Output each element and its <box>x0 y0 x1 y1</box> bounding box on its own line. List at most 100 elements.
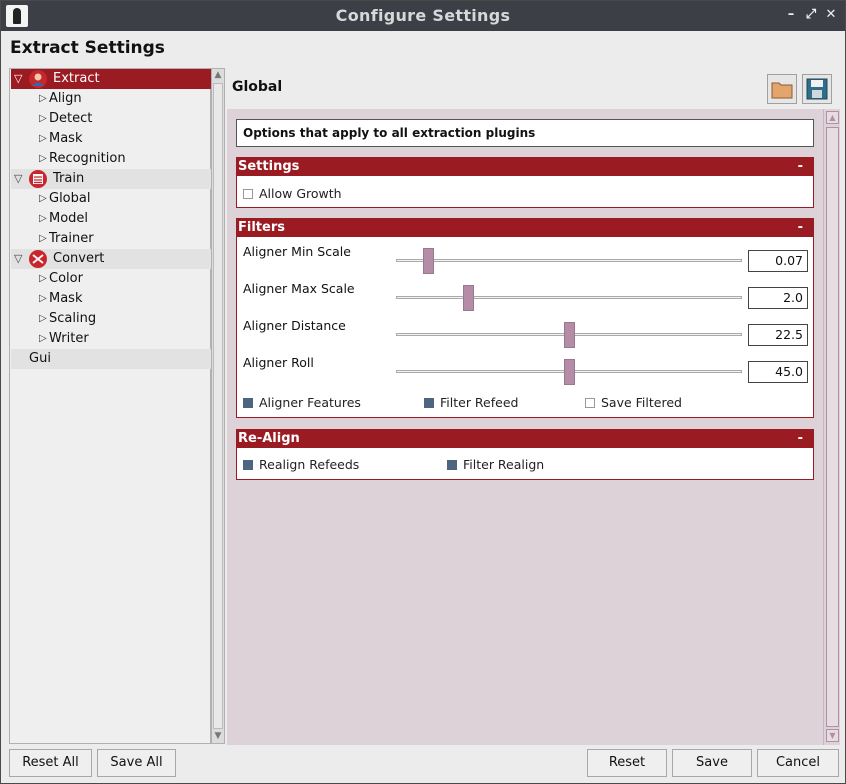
collapsed-arrow-icon: ▷ <box>39 93 47 104</box>
section-header: Re-Align - <box>237 430 813 448</box>
reset-button[interactable]: Reset <box>587 749 667 777</box>
panel-title: Global <box>232 79 283 95</box>
load-button[interactable] <box>767 74 797 104</box>
tree-item-convert-mask[interactable]: ▷ Mask <box>11 289 211 309</box>
tree-item-extract-recognition[interactable]: ▷ Recognition <box>11 149 211 169</box>
convert-icon <box>29 250 47 268</box>
tree-item-train[interactable]: ▽ Train <box>11 169 211 189</box>
realign-section: Re-Align - Realign Refeeds Filter Realig… <box>236 429 814 480</box>
aligner-roll-value[interactable]: 45.0 <box>748 361 808 383</box>
checkbox-box[interactable] <box>447 460 457 470</box>
scroll-down-arrow-icon[interactable]: ▼ <box>213 731 223 741</box>
scroll-down-arrow-icon[interactable]: ▼ <box>826 729 839 742</box>
tree-item-gui[interactable]: Gui <box>11 349 211 369</box>
aligner-max-scale-value[interactable]: 2.0 <box>748 287 808 309</box>
collapse-button[interactable]: - <box>798 219 803 237</box>
slider-handle[interactable] <box>563 359 575 385</box>
tree-label: Writer <box>49 331 89 346</box>
tree-item-convert-color[interactable]: ▷ Color <box>11 269 211 289</box>
scroll-thumb[interactable] <box>213 83 223 729</box>
tree-item-train-global[interactable]: ▷ Global <box>11 189 211 209</box>
collapsed-arrow-icon: ▷ <box>39 193 47 204</box>
window-title: Configure Settings <box>335 6 511 25</box>
section-header: Settings - <box>237 158 813 176</box>
page-title: Extract Settings <box>10 38 165 58</box>
checkbox-label: Filter Realign <box>463 457 545 472</box>
save-button[interactable]: Save <box>672 749 752 777</box>
content-scrollbar[interactable]: ▲ ▼ <box>823 109 840 745</box>
aligner-min-scale-row: Aligner Min Scale 0.07 <box>243 244 809 274</box>
tree-label: Align <box>49 91 82 106</box>
tree-label: Recognition <box>49 151 126 166</box>
tree-item-extract-align[interactable]: ▷ Align <box>11 89 211 109</box>
tree-item-extract-detect[interactable]: ▷ Detect <box>11 109 211 129</box>
floppy-disk-icon <box>806 78 828 100</box>
collapsed-arrow-icon: ▷ <box>39 313 47 324</box>
close-button[interactable]: ✕ <box>823 7 839 23</box>
reset-all-button[interactable]: Reset All <box>9 749 92 777</box>
section-header: Filters - <box>237 219 813 237</box>
aligner-min-scale-value[interactable]: 0.07 <box>748 250 808 272</box>
tree-item-convert-scaling[interactable]: ▷ Scaling <box>11 309 211 329</box>
checkbox-label: Aligner Features <box>259 395 361 410</box>
scroll-up-arrow-icon[interactable]: ▲ <box>826 111 839 124</box>
collapsed-arrow-icon: ▷ <box>39 233 47 244</box>
expanded-triangle-icon[interactable]: ▽ <box>14 249 22 269</box>
checkbox-box[interactable] <box>585 398 595 408</box>
train-icon <box>29 170 47 188</box>
collapsed-arrow-icon: ▷ <box>39 273 47 284</box>
extract-face-icon <box>29 70 47 88</box>
slider-label: Aligner Max Scale <box>243 281 355 296</box>
expanded-triangle-icon[interactable]: ▽ <box>14 169 22 189</box>
section-title: Settings <box>238 159 300 174</box>
section-title: Filters <box>238 220 285 235</box>
tree-label: Color <box>49 271 83 286</box>
save-config-button[interactable] <box>802 74 832 104</box>
aligner-distance-row: Aligner Distance 22.5 <box>243 318 809 348</box>
tree-scrollbar[interactable]: ▲ ▼ <box>211 68 225 744</box>
aligner-distance-value[interactable]: 22.5 <box>748 324 808 346</box>
tree-item-train-trainer[interactable]: ▷ Trainer <box>11 229 211 249</box>
tree-label: Extract <box>53 71 100 86</box>
collapse-button[interactable]: - <box>798 430 803 448</box>
tree-item-extract[interactable]: ▽ Extract <box>11 69 211 89</box>
collapsed-arrow-icon: ▷ <box>39 153 47 164</box>
scroll-track[interactable] <box>826 127 839 727</box>
collapsed-arrow-icon: ▷ <box>39 133 47 144</box>
checkbox-box[interactable] <box>243 460 253 470</box>
slider-handle[interactable] <box>563 322 575 348</box>
slider-track[interactable] <box>396 259 742 262</box>
slider-label: Aligner Distance <box>243 318 346 333</box>
checkbox-box[interactable] <box>424 398 434 408</box>
tree-item-extract-mask[interactable]: ▷ Mask <box>11 129 211 149</box>
checkbox-label: Save Filtered <box>601 395 682 410</box>
tree-label: Train <box>53 171 85 186</box>
collapsed-arrow-icon: ▷ <box>39 113 47 124</box>
tree-label: Global <box>49 191 91 206</box>
checkbox-box[interactable] <box>243 189 253 199</box>
tree-item-train-model[interactable]: ▷ Model <box>11 209 211 229</box>
description-box: Options that apply to all extraction plu… <box>236 119 814 147</box>
tree-label: Detect <box>49 111 93 126</box>
collapse-button[interactable]: - <box>798 158 803 176</box>
expanded-triangle-icon[interactable]: ▽ <box>14 69 22 89</box>
slider-handle[interactable] <box>463 285 474 311</box>
tree-label: Mask <box>49 131 83 146</box>
title-bar[interactable]: Configure Settings – ⤢ ✕ <box>1 1 845 31</box>
tree-item-convert[interactable]: ▽ Convert <box>11 249 211 269</box>
checkbox-label: Realign Refeeds <box>259 457 360 472</box>
checkbox-label: Filter Refeed <box>440 395 519 410</box>
save-all-button[interactable]: Save All <box>97 749 176 777</box>
slider-handle[interactable] <box>422 248 434 274</box>
section-title: Re-Align <box>238 431 300 446</box>
cancel-button[interactable]: Cancel <box>757 749 839 777</box>
checkbox-box[interactable] <box>243 398 253 408</box>
slider-track[interactable] <box>396 296 742 299</box>
tree-item-convert-writer[interactable]: ▷ Writer <box>11 329 211 349</box>
aligner-max-scale-row: Aligner Max Scale 2.0 <box>243 281 809 311</box>
maximize-button[interactable]: ⤢ <box>803 7 819 23</box>
minimize-button[interactable]: – <box>783 7 799 23</box>
tree-label: Model <box>49 211 89 226</box>
settings-tree: ▽ Extract ▷ Align ▷ Detect ▷ Mask ▷ Recognit… <box>9 68 211 744</box>
scroll-up-arrow-icon[interactable]: ▲ <box>213 70 223 80</box>
